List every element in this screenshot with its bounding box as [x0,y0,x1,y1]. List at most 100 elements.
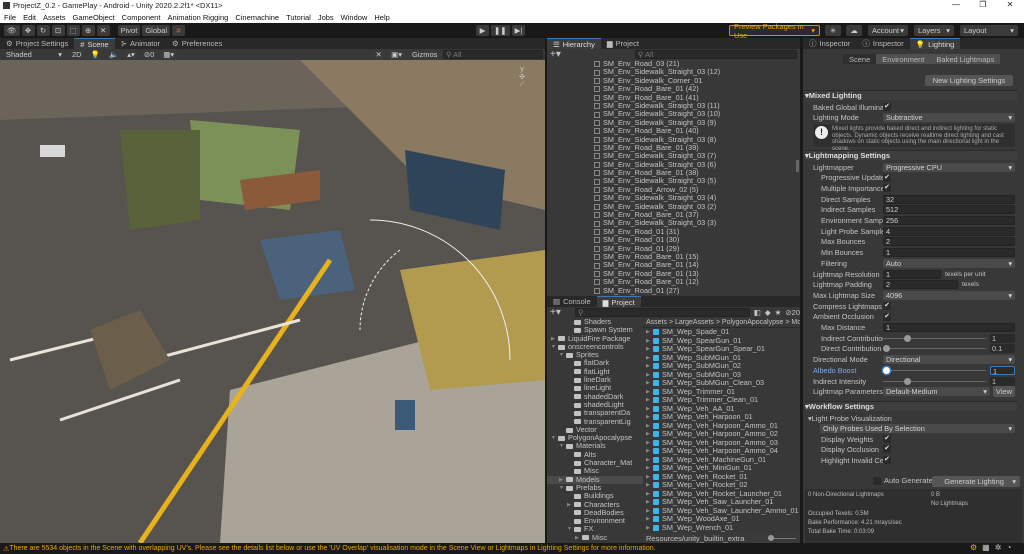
foldout-arrow-icon[interactable]: ▶ [567,501,574,509]
foldout-arrow-icon[interactable]: ▶ [559,476,566,484]
display-weights-checkbox[interactable]: ✔ [883,435,891,443]
number-input[interactable]: 1 [883,323,1015,332]
tab-inspector-1[interactable]: ⓘ Inspector [803,38,856,49]
favorite-icon[interactable]: ★ [775,308,782,317]
expand-arrow-icon[interactable]: ▶ [646,447,653,456]
mixed-lighting-header[interactable]: ▾ Mixed Lighting [805,90,1017,100]
hidden-objects-toggle[interactable]: ⊘ 0 [140,49,158,60]
transform-tool-icon[interactable]: ⊕ [81,25,95,36]
step-button[interactable]: ▶| [511,25,526,36]
add-button[interactable]: +▾ [550,49,561,60]
expand-arrow-icon[interactable]: ▶ [646,515,653,524]
slider-knob[interactable] [903,334,911,342]
generate-lighting-button[interactable]: Generate Lighting ▾ [932,476,1020,487]
collab-icon[interactable]: ✳ [825,25,841,36]
slider[interactable] [883,344,986,353]
expand-arrow-icon[interactable]: ▶ [646,362,653,371]
move-tool-icon[interactable]: ✥ [21,25,35,36]
menu-item[interactable]: Tutorial [286,13,311,22]
breadcrumb-item[interactable]: PolygonApocalypse [722,319,784,326]
foldout-arrow-icon[interactable]: ▼ [559,442,566,450]
number-input[interactable]: 1 [883,269,941,279]
expand-arrow-icon[interactable]: ▶ [646,328,653,337]
expand-arrow-icon[interactable]: ▶ [646,354,653,363]
grid-snap-icon[interactable]: # [172,25,185,36]
expand-arrow-icon[interactable]: ▶ [646,337,653,346]
layout-dropdown[interactable]: Layout ▾ [960,25,1018,36]
scene-gizmo-icon[interactable]: y ✣ ⟋ [507,66,537,96]
dropdown[interactable]: Directional ▾ [883,355,1015,365]
lightmapping-settings-header[interactable]: ▾ Lightmapping Settings [805,150,1017,160]
foldout-arrow-icon[interactable]: ▼ [551,434,558,442]
breadcrumb-item[interactable]: LargeAssets [675,319,714,326]
slider-value[interactable]: 1 [990,333,1015,343]
gizmos-dropdown[interactable]: Gizmos [408,49,440,60]
slider-knob[interactable] [883,345,890,353]
expand-arrow-icon[interactable]: ▶ [646,379,653,388]
hierarchy-search-input[interactable]: ⚲ All [634,50,797,59]
slider-value[interactable]: 1 [990,376,1015,386]
menu-item[interactable]: GameObject [73,13,115,22]
pivot-button[interactable]: Pivot [117,25,141,36]
view-button[interactable]: View [992,386,1015,398]
rotate-tool-icon[interactable]: ↻ [36,25,50,36]
slider[interactable] [883,377,986,386]
expand-arrow-icon[interactable]: ▶ [646,413,653,422]
subtab-baked-lightmaps[interactable]: Baked Lightmaps [930,54,1001,64]
menu-item[interactable]: Window [341,13,368,22]
foldout-arrow-icon[interactable]: ▼ [551,343,558,351]
minimize-button[interactable]: — [943,0,969,11]
slider[interactable] [883,366,986,375]
create-button[interactable]: +▾ [550,307,561,318]
hierarchy-item[interactable]: SM_Env_Road_01 (27) [594,286,800,295]
slider-knob[interactable] [903,377,911,385]
expand-arrow-icon[interactable]: ▶ [646,524,653,533]
menu-item[interactable]: Component [122,13,161,22]
tab-lighting[interactable]: 💡 Lighting [909,38,961,49]
tab-preferences[interactable]: ⚙ Preferences [166,38,228,49]
expand-arrow-icon[interactable]: ▶ [646,396,653,405]
expand-arrow-icon[interactable]: ▶ [646,490,653,499]
menu-item[interactable]: Help [374,13,389,22]
filter-type-icon[interactable]: ◧ [754,308,761,317]
hierarchy-scrollbar[interactable] [796,160,799,172]
play-button[interactable]: ▶ [476,25,489,36]
custom-tool-icon[interactable]: ✕ [96,25,110,36]
checkbox[interactable]: ✔ [883,312,891,321]
tab-project-settings[interactable]: ⚙ Project Settings [0,38,74,49]
hidden-packages-toggle[interactable]: ⊘20 [785,308,800,317]
number-input[interactable]: 2 [883,237,1015,247]
number-input[interactable]: 4 [883,226,1015,236]
network-icon[interactable]: ▦ [982,543,990,552]
expand-arrow-icon[interactable]: ▶ [646,464,653,473]
foldout-arrow-icon[interactable]: ▼ [567,525,574,533]
label-icon[interactable]: ◆ [765,308,771,317]
close-button[interactable]: ✕ [997,0,1023,11]
lighting-mode-dropdown[interactable]: Subtractive ▾ [883,112,1015,122]
auto-lighting-icon[interactable]: ⚙ [970,543,977,552]
asset-item[interactable]: ▶ SM_Wep_Wrench_01 [646,523,800,533]
slider[interactable] [883,334,986,343]
light-probe-visualization-dropdown[interactable]: Only Probes Used By Selection ▾ [820,423,1015,433]
icon-size-slider[interactable] [768,534,775,541]
breadcrumb-item[interactable]: Assets [646,319,667,326]
dropdown[interactable]: 4096 ▾ [883,290,1015,300]
tab-console[interactable]: ▤ Console [547,296,597,307]
breadcrumb-item[interactable]: Mo [791,319,800,326]
global-button[interactable]: Global [142,25,170,36]
baked-gi-checkbox[interactable]: ✔ [883,103,891,111]
menu-item[interactable]: Assets [43,13,66,22]
grid-icon[interactable]: ▦▾ [160,49,178,60]
foldout-arrow-icon[interactable]: ▶ [575,534,582,542]
expand-arrow-icon[interactable]: ▶ [646,430,653,439]
dropdown[interactable]: Auto ▾ [883,258,1015,268]
scene-search-input[interactable]: ⚲ All [443,50,543,59]
folder-item[interactable]: ▶ Misc [547,533,643,542]
camera-icon[interactable]: ▣▾ [388,49,405,60]
subtab-scene[interactable]: Scene [843,54,876,64]
progress-icon[interactable]: ◔ [1006,543,1011,552]
expand-arrow-icon[interactable]: ▶ [646,345,653,354]
menu-item[interactable]: Animation Rigging [167,13,228,22]
restore-button[interactable]: ❐ [970,0,996,11]
number-input[interactable]: 2 [883,280,958,290]
